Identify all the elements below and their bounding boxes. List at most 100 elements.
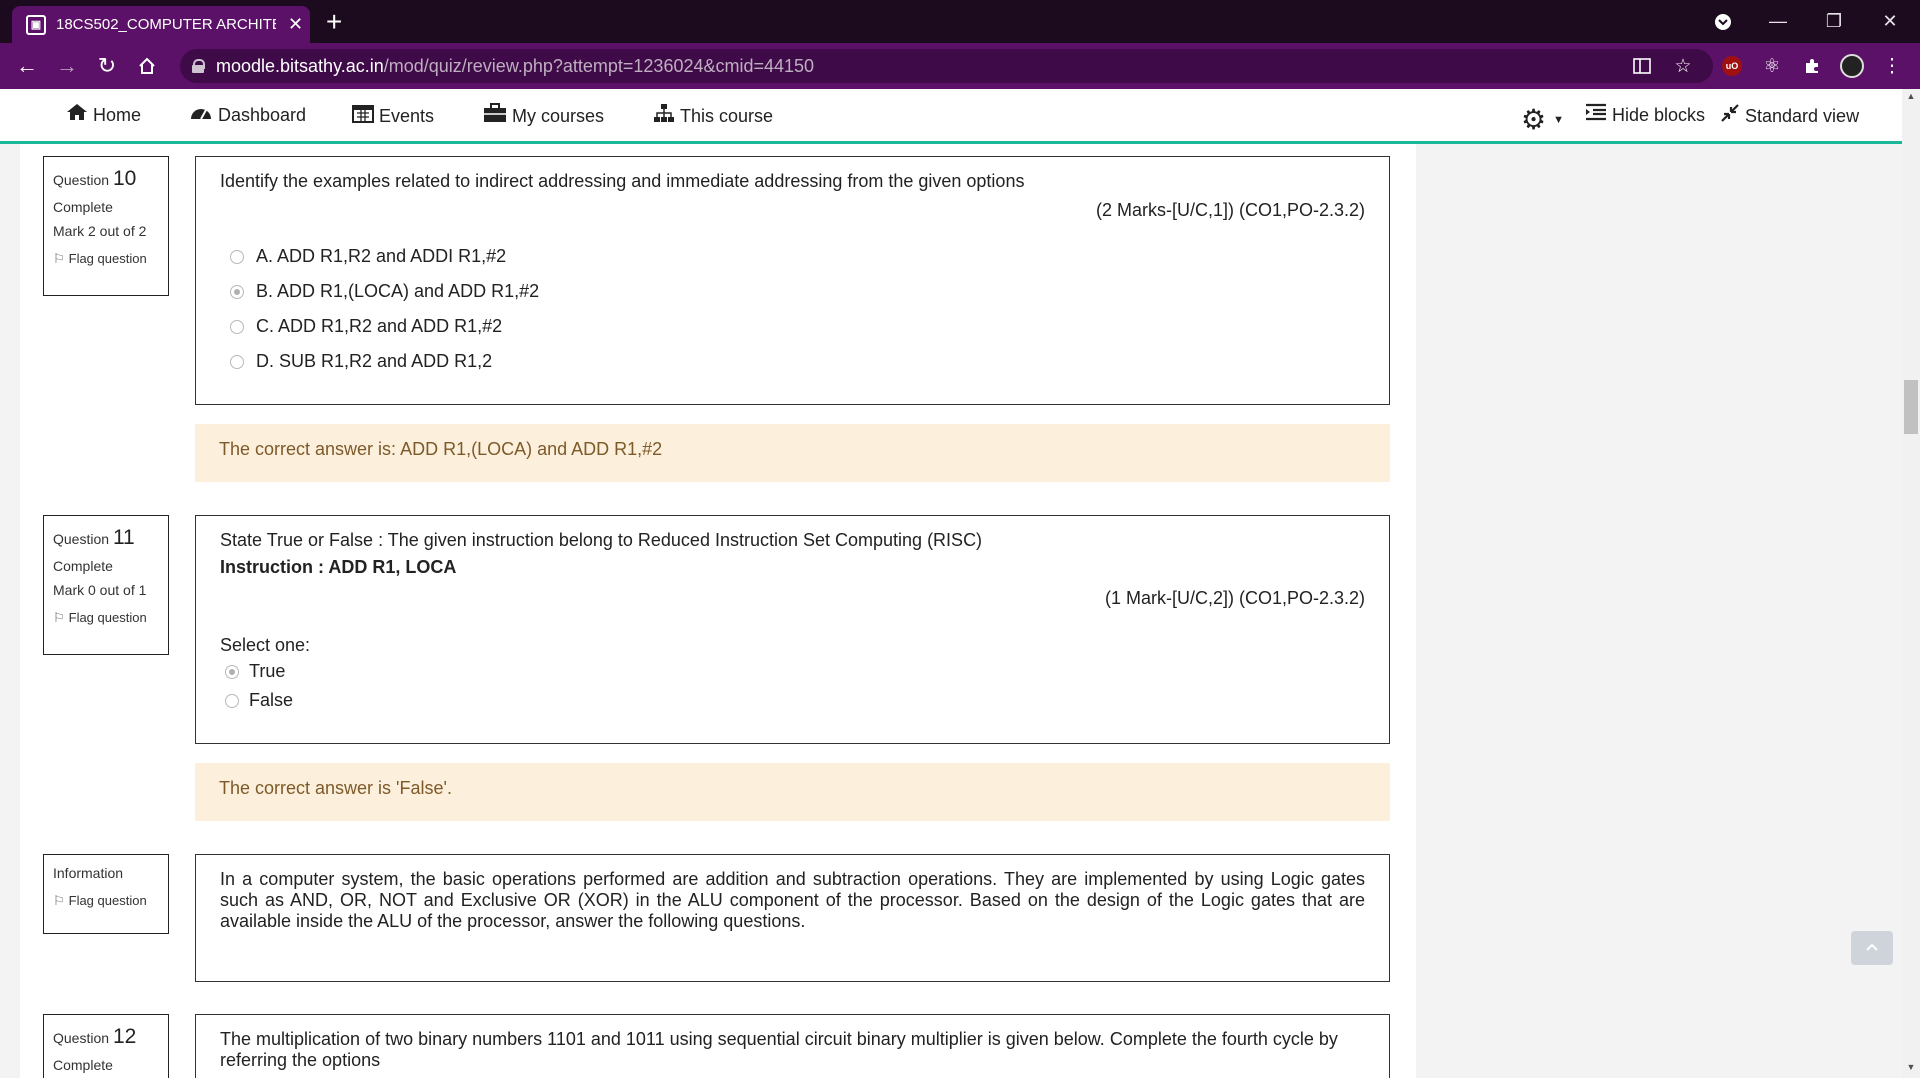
answer-option-c[interactable]: C. ADD R1,R2 and ADD R1,#2 bbox=[220, 313, 1365, 340]
question-10-feedback: The correct answer is: ADD R1,(LOCA) and… bbox=[195, 424, 1390, 482]
answer-option-a[interactable]: A. ADD R1,R2 and ADDI R1,#2 bbox=[220, 243, 1365, 270]
briefcase-icon bbox=[483, 103, 507, 129]
question-11-feedback: The correct answer is 'False'. bbox=[195, 763, 1390, 821]
tab-title: 18CS502_COMPUTER ARCHITECTURE bbox=[56, 16, 276, 33]
browser-tab-strip: ▣ 18CS502_COMPUTER ARCHITECTURE ✕ + — ❐ … bbox=[0, 0, 1920, 43]
question-label: Question bbox=[53, 1030, 110, 1046]
select-one-label: Select one: bbox=[220, 635, 311, 655]
back-to-top-button[interactable] bbox=[1851, 931, 1893, 965]
compress-icon bbox=[1720, 103, 1740, 129]
close-window-icon[interactable]: ✕ bbox=[1862, 0, 1918, 43]
home-icon[interactable] bbox=[132, 51, 162, 81]
nav-home-label: Home bbox=[93, 104, 142, 125]
question-mark: Mark 2 out of 2 bbox=[53, 223, 147, 239]
settings-menu-button[interactable]: ⚙ ▼ bbox=[1521, 103, 1564, 136]
gear-icon: ⚙ bbox=[1521, 104, 1547, 135]
extensions-icon[interactable] bbox=[1797, 51, 1827, 81]
information-info: Information ⚐ Flag question bbox=[43, 854, 169, 934]
question-text: State True or False : The given instruct… bbox=[220, 530, 983, 550]
restore-icon[interactable]: ❐ bbox=[1806, 0, 1862, 43]
forward-icon[interactable]: → bbox=[52, 51, 82, 81]
scrollbar-thumb[interactable] bbox=[1904, 380, 1918, 434]
flag-question-label: Flag question bbox=[68, 610, 147, 625]
question-10-info: Question 10 Complete Mark 2 out of 2 ⚐ F… bbox=[43, 156, 169, 296]
moodle-navbar: Home Dashboard Events My courses This co… bbox=[0, 89, 1902, 144]
menu-kebab-icon[interactable]: ⋮ bbox=[1877, 51, 1907, 81]
reload-icon[interactable]: ↻ bbox=[92, 51, 122, 81]
question-11-info: Question 11 Complete Mark 0 out of 1 ⚐ F… bbox=[43, 515, 169, 655]
question-mark: Mark 0 out of 1 bbox=[53, 582, 147, 598]
url-host: moodle.bitsathy.ac.in bbox=[216, 55, 384, 76]
flag-icon: ⚐ bbox=[53, 893, 65, 908]
star-icon[interactable]: ☆ bbox=[1668, 51, 1698, 81]
answer-option-b[interactable]: B. ADD R1,(LOCA) and ADD R1,#2 bbox=[220, 278, 1365, 305]
nav-events[interactable]: Events bbox=[352, 103, 434, 129]
radio-button[interactable] bbox=[225, 693, 239, 708]
reader-mode-icon[interactable] bbox=[1627, 51, 1657, 81]
scroll-down-arrow-icon[interactable]: ▼ bbox=[1902, 1062, 1920, 1076]
question-10-content: Identify the examples related to indirec… bbox=[195, 156, 1390, 405]
nav-my-courses[interactable]: My courses bbox=[483, 103, 604, 129]
tab-search-icon[interactable] bbox=[1695, 0, 1751, 43]
nav-events-label: Events bbox=[379, 105, 435, 126]
radio-button[interactable] bbox=[230, 354, 244, 369]
flag-question-link[interactable]: ⚐ Flag question bbox=[53, 610, 159, 626]
answer-option-false[interactable]: False bbox=[220, 687, 1365, 714]
standard-view-button[interactable]: Standard view bbox=[1720, 103, 1859, 129]
radio-button[interactable] bbox=[230, 319, 244, 334]
option-label: A. ADD R1,R2 and ADDI R1,#2 bbox=[256, 246, 507, 266]
instruction-text: Instruction : ADD R1, LOCA bbox=[220, 557, 457, 577]
information-content: In a computer system, the basic operatio… bbox=[195, 854, 1390, 982]
flag-question-label: Flag question bbox=[68, 893, 147, 908]
profile-avatar-icon[interactable] bbox=[1837, 51, 1867, 81]
answer-option-d[interactable]: D. SUB R1,R2 and ADD R1,2 bbox=[220, 348, 1365, 375]
nav-this-course-label: This course bbox=[680, 105, 774, 126]
react-devtools-icon[interactable]: ⚛ bbox=[1757, 51, 1787, 81]
standard-view-label: Standard view bbox=[1745, 105, 1860, 126]
flag-icon: ⚐ bbox=[53, 251, 65, 266]
dashboard-gauge-icon bbox=[189, 103, 213, 127]
information-label: Information bbox=[53, 865, 124, 881]
question-label: Question bbox=[53, 172, 110, 188]
nav-dashboard-label: Dashboard bbox=[218, 104, 307, 125]
ublock-icon[interactable]: uO bbox=[1717, 51, 1747, 81]
option-label: True bbox=[249, 661, 286, 681]
quiz-review-content: Question 10 Complete Mark 2 out of 2 ⚐ F… bbox=[20, 144, 1416, 1078]
question-11-content: State True or False : The given instruct… bbox=[195, 515, 1390, 744]
option-label: False bbox=[249, 690, 294, 710]
answer-option-true[interactable]: True bbox=[220, 658, 1365, 685]
back-icon[interactable]: ← bbox=[12, 51, 42, 81]
scroll-up-arrow-icon[interactable]: ▲ bbox=[1902, 91, 1920, 105]
question-state: Complete bbox=[53, 199, 113, 215]
nav-home[interactable]: Home bbox=[66, 103, 141, 127]
moodle-favicon-icon: ▣ bbox=[26, 14, 46, 35]
new-tab-button[interactable]: + bbox=[326, 6, 342, 38]
nav-dashboard[interactable]: Dashboard bbox=[189, 103, 306, 127]
radio-button-selected[interactable] bbox=[230, 284, 244, 299]
browser-tab[interactable]: ▣ 18CS502_COMPUTER ARCHITECTURE ✕ bbox=[12, 6, 310, 43]
sitemap-icon bbox=[653, 103, 675, 129]
minimize-icon[interactable]: — bbox=[1750, 0, 1806, 43]
caret-down-icon: ▼ bbox=[1553, 113, 1564, 126]
option-label: C. ADD R1,R2 and ADD R1,#2 bbox=[256, 316, 503, 336]
flag-question-link[interactable]: ⚐ Flag question bbox=[53, 893, 159, 909]
nav-this-course[interactable]: This course bbox=[653, 103, 773, 129]
flag-question-link[interactable]: ⚐ Flag question bbox=[53, 251, 159, 267]
tab-close-icon[interactable]: ✕ bbox=[288, 14, 303, 35]
flag-question-label: Flag question bbox=[68, 251, 147, 266]
flag-icon: ⚐ bbox=[53, 610, 65, 625]
nav-my-courses-label: My courses bbox=[512, 105, 605, 126]
page-area: Question 10 Complete Mark 2 out of 2 ⚐ F… bbox=[0, 144, 1902, 1078]
lock-icon bbox=[192, 59, 205, 73]
calendar-icon bbox=[352, 103, 374, 129]
option-label: D. SUB R1,R2 and ADD R1,2 bbox=[256, 351, 493, 371]
page-scrollbar[interactable]: ▲ ▼ bbox=[1902, 89, 1920, 1078]
hide-blocks-button[interactable]: Hide blocks bbox=[1585, 103, 1705, 127]
radio-button-selected[interactable] bbox=[225, 664, 239, 679]
question-label: Question bbox=[53, 531, 110, 547]
url-bar[interactable]: moodle.bitsathy.ac.in/mod/quiz/review.ph… bbox=[180, 49, 1713, 83]
question-state: Complete bbox=[53, 558, 113, 574]
question-text: Identify the examples related to indirec… bbox=[220, 171, 1025, 191]
radio-button[interactable] bbox=[230, 249, 244, 264]
marks-info: (1 Mark-[U/C,2]) (CO1,PO-2.3.2) bbox=[1104, 588, 1365, 608]
